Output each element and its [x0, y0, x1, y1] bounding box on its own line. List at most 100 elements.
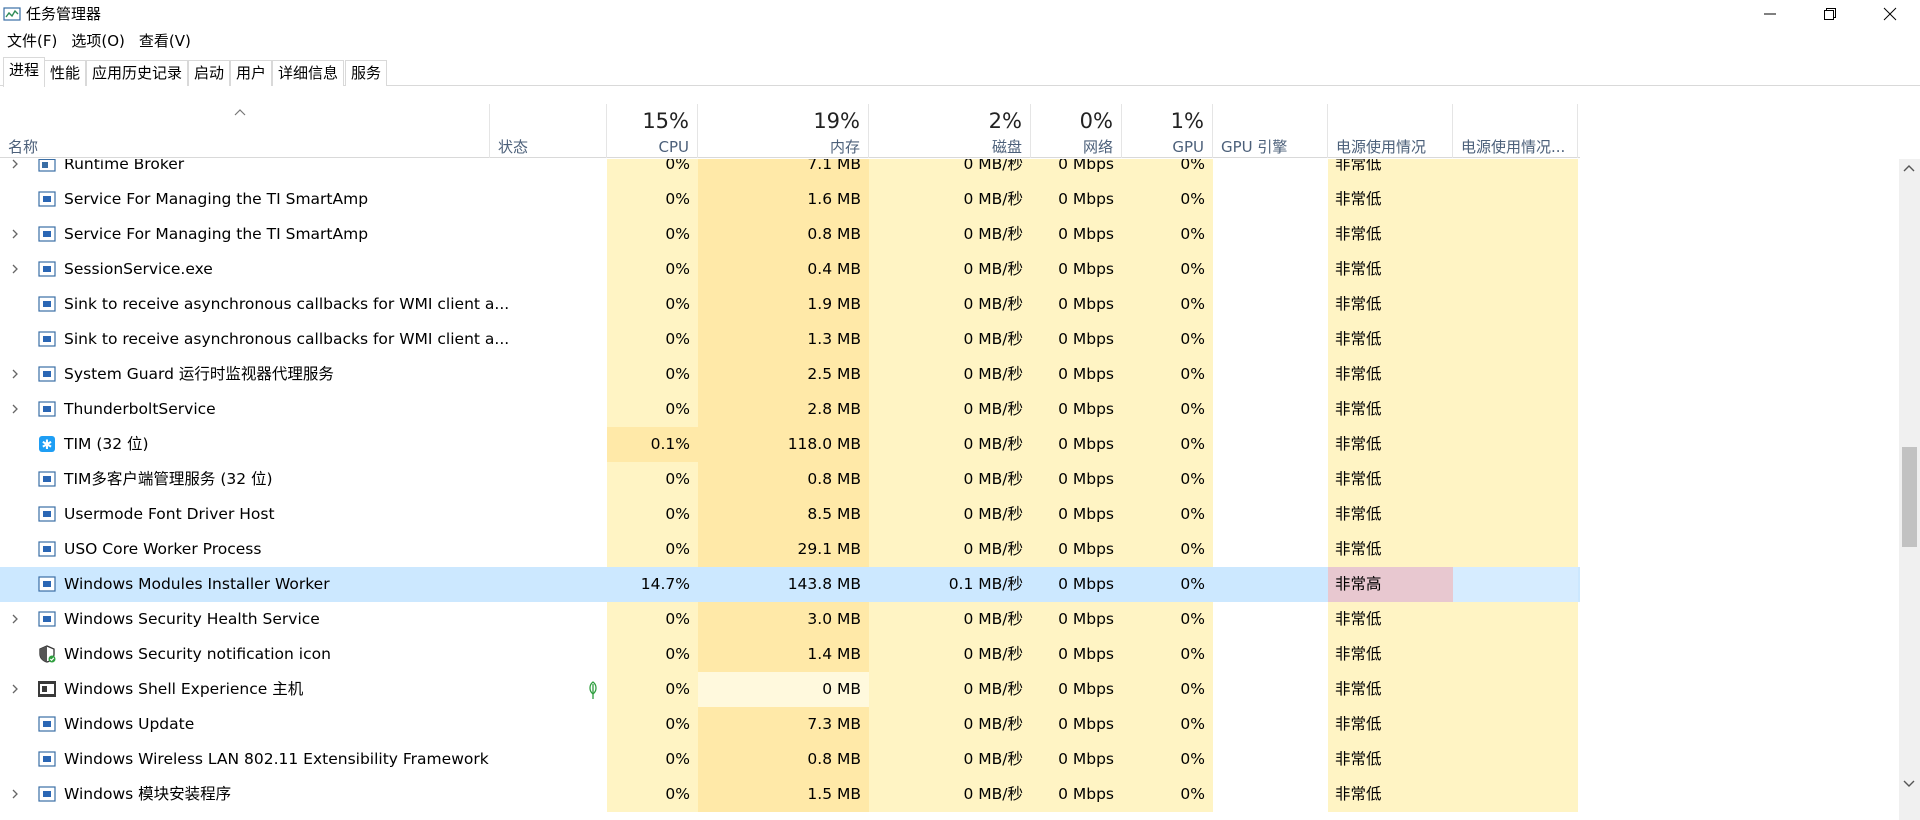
- column-name[interactable]: 名称: [0, 104, 490, 158]
- process-name: Sink to receive asynchronous callbacks f…: [64, 295, 510, 313]
- network-value: 0 Mbps: [1058, 435, 1114, 453]
- disk-value: 0.1 MB/秒: [948, 575, 1023, 593]
- column-network[interactable]: 0% 网络: [1031, 104, 1122, 158]
- disk-value: 0 MB/秒: [963, 225, 1023, 243]
- process-name: SessionService.exe: [64, 260, 213, 278]
- column-memory[interactable]: 19% 内存: [698, 104, 869, 158]
- cpu-value: 0%: [665, 400, 690, 418]
- process-row[interactable]: ✱ TIM (32 位) 0.1% 118.0 MB 0 MB/秒 0 Mbps 0% 非常低: [0, 427, 1580, 462]
- cpu-value: 0%: [665, 365, 690, 383]
- power-trend-heat-cell: [1453, 777, 1578, 812]
- chevron-right-icon[interactable]: [10, 367, 20, 381]
- leaf-suspended-icon: [589, 681, 597, 699]
- tab-details[interactable]: 详细信息: [272, 60, 345, 86]
- process-row[interactable]: Windows Update 0% 7.3 MB 0 MB/秒 0 Mbps 0% 非常低: [0, 707, 1580, 742]
- gpu-value: 0%: [1180, 610, 1205, 628]
- column-power-label: 电源使用情况: [1336, 138, 1427, 156]
- power-value: 非常低: [1335, 400, 1382, 418]
- disk-value: 0 MB/秒: [963, 260, 1023, 278]
- tab-app-history[interactable]: 应用历史记录: [86, 60, 189, 86]
- tab-users[interactable]: 用户: [230, 60, 273, 86]
- process-name: ThunderboltService: [64, 400, 216, 418]
- network-total-percent: 0%: [1079, 109, 1113, 133]
- process-row[interactable]: TIM多客户端管理服务 (32 位) 0% 0.8 MB 0 MB/秒 0 Mbps 0%…: [0, 462, 1580, 497]
- power-trend-heat-cell: [1453, 637, 1578, 672]
- process-row[interactable]: System Guard 运行时监视器代理服务 0% 2.5 MB 0 MB/秒 0 M…: [0, 357, 1580, 392]
- gpu-value: 0%: [1180, 295, 1205, 313]
- restore-icon: [1824, 8, 1836, 20]
- column-gpu[interactable]: 1% GPU: [1122, 104, 1213, 158]
- column-power-trend[interactable]: 电源使用情况...: [1453, 104, 1578, 158]
- chevron-right-icon[interactable]: [10, 682, 20, 696]
- process-row[interactable]: Windows 模块安装程序 0% 1.5 MB 0 MB/秒 0 Mbps 0% 非常低: [0, 777, 1580, 812]
- network-value: 0 Mbps: [1058, 715, 1114, 733]
- power-value: 非常低: [1335, 540, 1382, 558]
- menu-options[interactable]: 选项(O): [64, 31, 132, 53]
- cpu-value: 0%: [665, 260, 690, 278]
- tab-processes[interactable]: 进程: [3, 57, 46, 87]
- memory-value: 8.5 MB: [807, 505, 861, 523]
- network-value: 0 Mbps: [1058, 540, 1114, 558]
- column-power[interactable]: 电源使用情况: [1328, 104, 1453, 158]
- vertical-scrollbar[interactable]: [1899, 159, 1920, 820]
- process-row[interactable]: Sink to receive asynchronous callbacks f…: [0, 322, 1580, 357]
- process-row[interactable]: Windows Security notification icon 0% 1.4 …: [0, 637, 1580, 672]
- process-row[interactable]: Windows Wireless LAN 802.11 Extensibilit…: [0, 742, 1580, 777]
- process-row[interactable]: Service For Managing the TI SmartAmp 0% 1.…: [0, 182, 1580, 217]
- power-value: 非常低: [1335, 505, 1382, 523]
- process-name: TIM (32 位): [64, 435, 149, 453]
- power-value: 非常低: [1335, 750, 1382, 768]
- process-row[interactable]: Runtime Broker 0% 7.1 MB 0 MB/秒 0 Mbps 0% 非常低: [0, 159, 1580, 182]
- menu-view[interactable]: 查看(V): [132, 31, 198, 53]
- chevron-right-icon[interactable]: [10, 262, 20, 276]
- tab-startup[interactable]: 启动: [188, 60, 231, 86]
- network-value: 0 Mbps: [1058, 610, 1114, 628]
- process-row[interactable]: Windows Security Health Service 0% 3.0 MB 0…: [0, 602, 1580, 637]
- service-icon: [38, 261, 56, 277]
- scroll-down-icon[interactable]: [1903, 779, 1915, 789]
- column-disk[interactable]: 2% 磁盘: [869, 104, 1031, 158]
- column-gpu-engine[interactable]: GPU 引擎: [1213, 104, 1328, 158]
- chevron-right-icon[interactable]: [10, 612, 20, 626]
- column-name-label: 名称: [8, 138, 39, 156]
- process-row[interactable]: SessionService.exe 0% 0.4 MB 0 MB/秒 0 Mbps 0%…: [0, 252, 1580, 287]
- process-row[interactable]: Windows Shell Experience 主机 0% 0 MB 0 MB/秒 0…: [0, 672, 1580, 707]
- restore-button[interactable]: [1800, 0, 1860, 28]
- scrollbar-thumb[interactable]: [1902, 447, 1917, 547]
- service-icon: [38, 226, 56, 242]
- menu-file[interactable]: 文件(F): [0, 31, 64, 53]
- process-row[interactable]: ThunderboltService 0% 2.8 MB 0 MB/秒 0 Mbps 0%…: [0, 392, 1580, 427]
- process-row[interactable]: USO Core Worker Process 0% 29.1 MB 0 MB/秒 0 …: [0, 532, 1580, 567]
- process-row[interactable]: Service For Managing the TI SmartAmp 0% 0.…: [0, 217, 1580, 252]
- process-row[interactable]: Usermode Font Driver Host 0% 8.5 MB 0 MB/秒 0…: [0, 497, 1580, 532]
- memory-value: 3.0 MB: [807, 610, 861, 628]
- power-value: 非常低: [1335, 225, 1382, 243]
- scroll-up-icon[interactable]: [1903, 163, 1915, 173]
- power-value: 非常低: [1335, 260, 1382, 278]
- process-name: Service For Managing the TI SmartAmp: [64, 190, 369, 208]
- close-button[interactable]: [1860, 0, 1920, 28]
- memory-value: 118.0 MB: [787, 435, 861, 453]
- cpu-total-percent: 15%: [642, 109, 689, 133]
- column-cpu[interactable]: 15% CPU: [607, 104, 698, 158]
- power-trend-heat-cell: [1453, 322, 1578, 357]
- power-trend-heat-cell: [1453, 532, 1578, 567]
- shell-experience-icon: [38, 681, 56, 697]
- minimize-button[interactable]: [1740, 0, 1800, 28]
- column-status[interactable]: 状态: [490, 104, 607, 158]
- process-row[interactable]: Sink to receive asynchronous callbacks f…: [0, 287, 1580, 322]
- tab-performance[interactable]: 性能: [44, 60, 87, 86]
- cpu-value: 0%: [665, 610, 690, 628]
- chevron-right-icon[interactable]: [10, 402, 20, 416]
- chevron-right-icon[interactable]: [10, 787, 20, 801]
- chevron-right-icon[interactable]: [10, 159, 20, 171]
- process-row[interactable]: Windows Modules Installer Worker 14.7% 143…: [0, 567, 1580, 602]
- process-name: Windows Wireless LAN 802.11 Extensibilit…: [64, 750, 489, 768]
- tab-services[interactable]: 服务: [345, 60, 388, 86]
- chevron-right-icon[interactable]: [10, 227, 20, 241]
- cpu-value: 0%: [665, 540, 690, 558]
- title-bar[interactable]: 任务管理器: [0, 0, 1920, 28]
- disk-value: 0 MB/秒: [963, 750, 1023, 768]
- cpu-value: 0%: [665, 715, 690, 733]
- disk-value: 0 MB/秒: [963, 330, 1023, 348]
